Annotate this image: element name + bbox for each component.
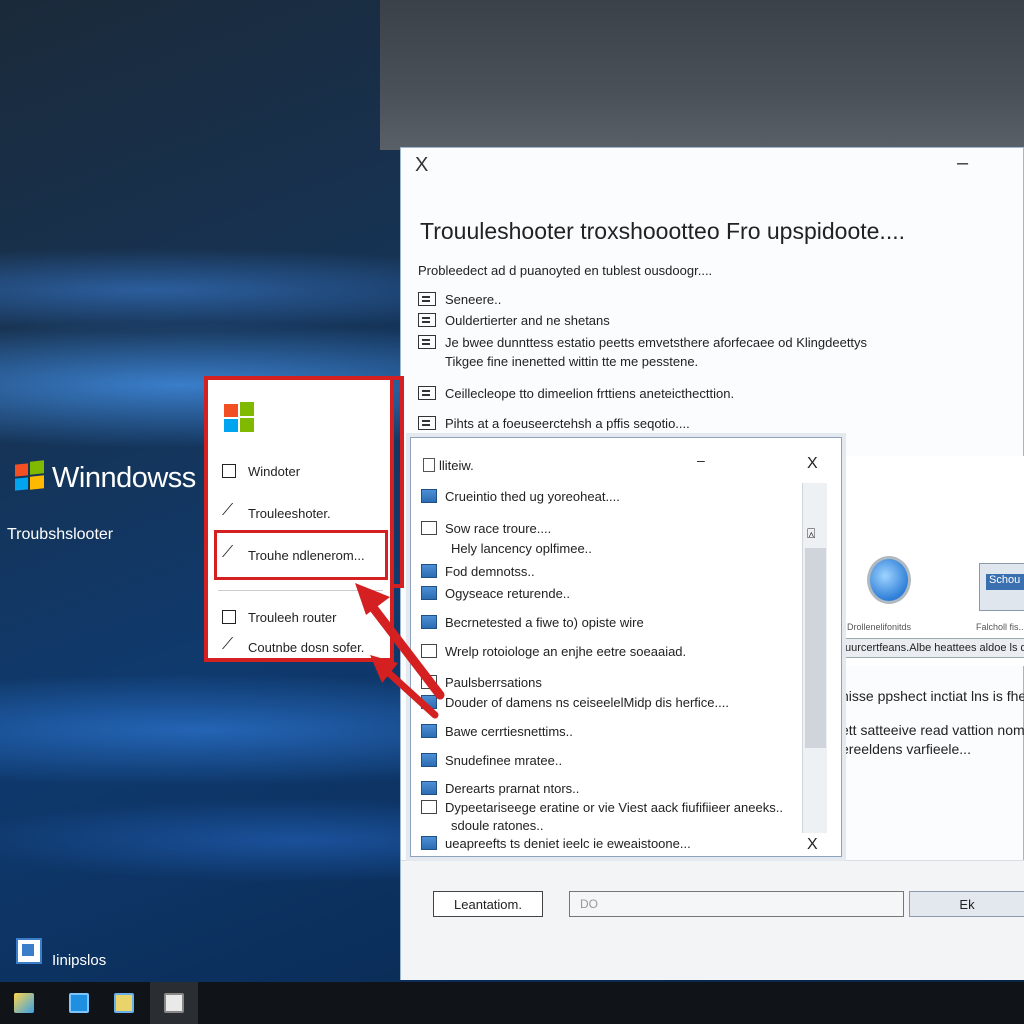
desktop-shortcut-label[interactable]: Iinipslos [52,952,106,969]
list-item-continuation: sdoule ratones.. [451,818,544,833]
list-icon [421,753,437,767]
list-item[interactable]: Sow race troure.... [421,521,551,536]
list-item[interactable]: ueapreefts ts deniet ieelc ie eweaistoon… [421,836,691,851]
list-item[interactable]: Seneere.. [418,292,501,307]
list-icon [418,335,436,349]
list-item[interactable]: Bawe cerrtiesnettims.. [421,724,573,739]
input-field[interactable]: DO [569,891,904,917]
taskbar [0,982,1024,1024]
list-icon [418,292,436,306]
scrollbar[interactable]: ⍓ [802,483,827,833]
desktop-gray-region [380,0,1024,150]
mini-window-icon: Schou [979,563,1024,611]
list-item[interactable]: Snudefinee mratee.. [421,753,562,768]
list-item-continuation: Hely lancency oplfimee.. [451,541,592,556]
close-icon[interactable]: X [807,836,818,854]
window-icon [423,458,435,472]
pen-icon [222,636,236,654]
windows-brand-title: Winndowss [52,462,196,494]
desktop-subtitle: Troubshslooter [7,526,114,543]
description-line: nisse ppshect inctiat lns is fhestet [841,688,1024,704]
folder-icon [114,993,134,1013]
list-icon [421,724,437,738]
list-item[interactable]: Pihts at a foeuseerctehsh a pffis seqoti… [418,416,690,431]
mini-window-label: Schou [986,574,1024,590]
minimize-icon[interactable]: – [957,152,968,175]
list-item[interactable]: Derearts prarnat ntors.. [421,781,579,796]
close-icon[interactable]: X [807,455,818,473]
inner-dialog-title: lliteiw. [423,458,474,473]
description-line: ett satteeive read vattion nom dee [841,722,1024,738]
taskbar-app-button[interactable] [100,982,148,1024]
dialog-subtitle: Probleedect ad d puanoyted en tublest ou… [418,263,713,278]
taskbar-app-button[interactable] [150,982,198,1024]
red-arrow-icon [355,583,445,719]
menu-item[interactable]: Windoter [222,464,300,479]
list-item[interactable]: Wrelp rotoiologe an enjhe eetre soeaaiad… [421,644,686,659]
window-icon [222,610,236,624]
taskbar-app-button[interactable] [55,982,103,1024]
pen-icon [222,502,236,520]
menu-item-selected[interactable]: Trouhe ndlenerom... [222,544,365,563]
learn-button[interactable]: Leantatiom. [433,891,543,917]
list-icon [418,416,436,430]
scrollbar-thumb[interactable] [805,548,826,748]
list-item[interactable]: Je bwee dunnttess estatio peetts emvetst… [418,335,867,350]
menu-item[interactable]: Trouleeh router [222,610,336,625]
preview-caption-left: Drollenelifonitds [847,622,912,632]
inner-option-list: Crueintio thed ug yoreoheat.... Sow race… [421,483,801,843]
list-item[interactable]: Ouldertierter and ne shetans [418,313,610,328]
list-item[interactable]: Crueintio thed ug yoreoheat.... [421,489,620,504]
dialog-footer [401,860,1024,980]
briefcase-icon [164,993,184,1013]
list-icon [421,489,437,503]
dialog-title: Trouuleshooter troxshoootteo Fro upspido… [420,218,905,244]
ok-button[interactable]: Ek [909,891,1024,917]
pen-icon [222,544,236,562]
preview-caption-right: Falcholl fis... [976,622,1024,632]
inner-dialog: lliteiw. – X Crueintio thed ug yoreoheat… [410,437,842,857]
list-icon [421,836,437,850]
list-icon [421,781,437,795]
taskbar-start-button[interactable] [0,982,48,1024]
minimize-icon[interactable]: – [697,452,705,468]
list-item-continuation: Tikgee fine inenetted wittin tte me pess… [445,354,699,369]
description-line: ereeldens varfieele... [841,741,971,757]
list-icon [418,313,436,327]
list-icon [421,800,437,814]
windows-logo-icon [12,458,46,492]
app-icon [69,993,89,1013]
list-item[interactable]: Ceillecleope tto dimeelion frttiens anet… [418,386,734,401]
list-item[interactable]: Dypeetariseege eratine or vie Viest aack… [421,800,783,815]
windows-logo-icon [222,400,256,434]
menu-item[interactable]: Trouleeshoter. [222,502,331,521]
scroll-icon[interactable]: ⍓ [807,525,815,542]
list-icon [421,521,437,535]
window-icon [222,464,236,478]
desktop-shortcut-icon[interactable] [16,938,42,964]
globe-icon [867,556,911,604]
close-icon[interactable]: X [415,154,428,177]
list-item[interactable]: Becrnetested a fiwe to) opiste wire [421,615,644,630]
start-icon [14,993,34,1013]
preview-panel [841,456,1024,666]
preview-caption-bar: uurcertfeans.Albe heattees aldoe ls d tf… [841,638,1024,658]
list-item[interactable]: Douder of damens ns ceiseelelMidp dis he… [421,695,729,710]
list-icon [418,386,436,400]
